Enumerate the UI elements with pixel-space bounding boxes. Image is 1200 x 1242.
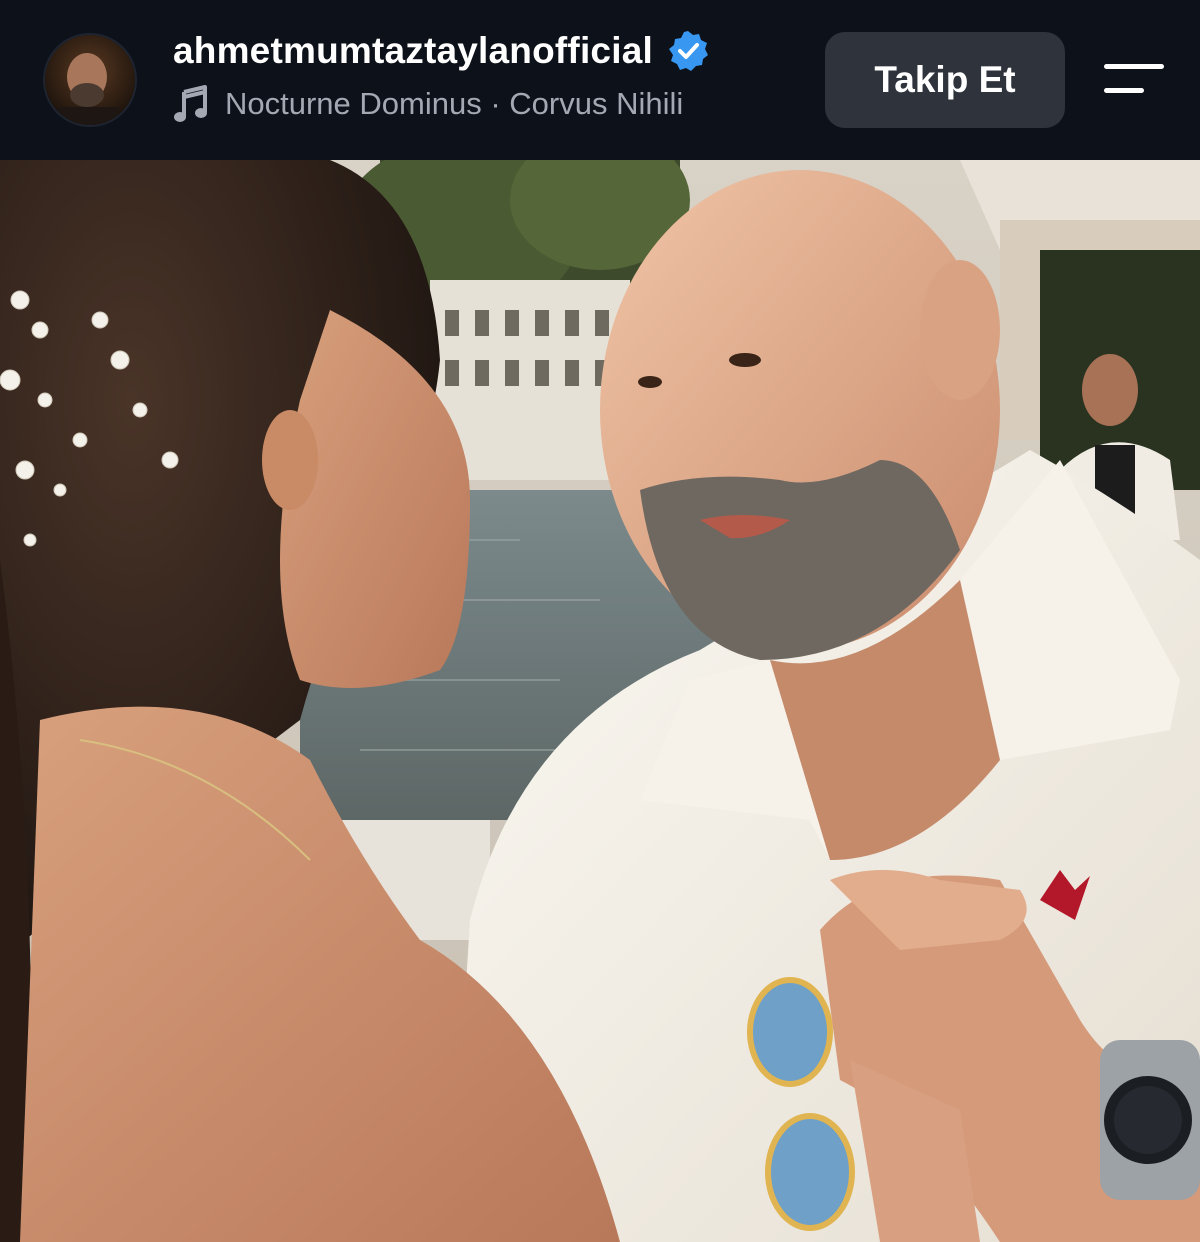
music-track: Nocturne Dominus xyxy=(225,86,482,121)
verified-badge-icon xyxy=(667,30,709,72)
profile-avatar[interactable] xyxy=(45,35,135,125)
username[interactable]: ahmetmumtaztaylanofficial xyxy=(173,30,653,72)
post-header: ahmetmumtaztaylanofficial Nocturne Domin… xyxy=(0,0,1200,160)
avatar-image xyxy=(45,35,135,125)
music-note-icon xyxy=(173,84,209,124)
post-photo[interactable] xyxy=(0,160,1200,1242)
post-image xyxy=(0,160,1200,1242)
music-attribution[interactable]: Nocturne Dominus · Corvus Nihili xyxy=(173,84,683,124)
follow-button[interactable]: Takip Et xyxy=(825,32,1065,128)
menu-icon[interactable] xyxy=(1100,62,1166,98)
music-artist: Corvus Nihili xyxy=(509,86,684,121)
music-separator: · xyxy=(481,86,510,121)
